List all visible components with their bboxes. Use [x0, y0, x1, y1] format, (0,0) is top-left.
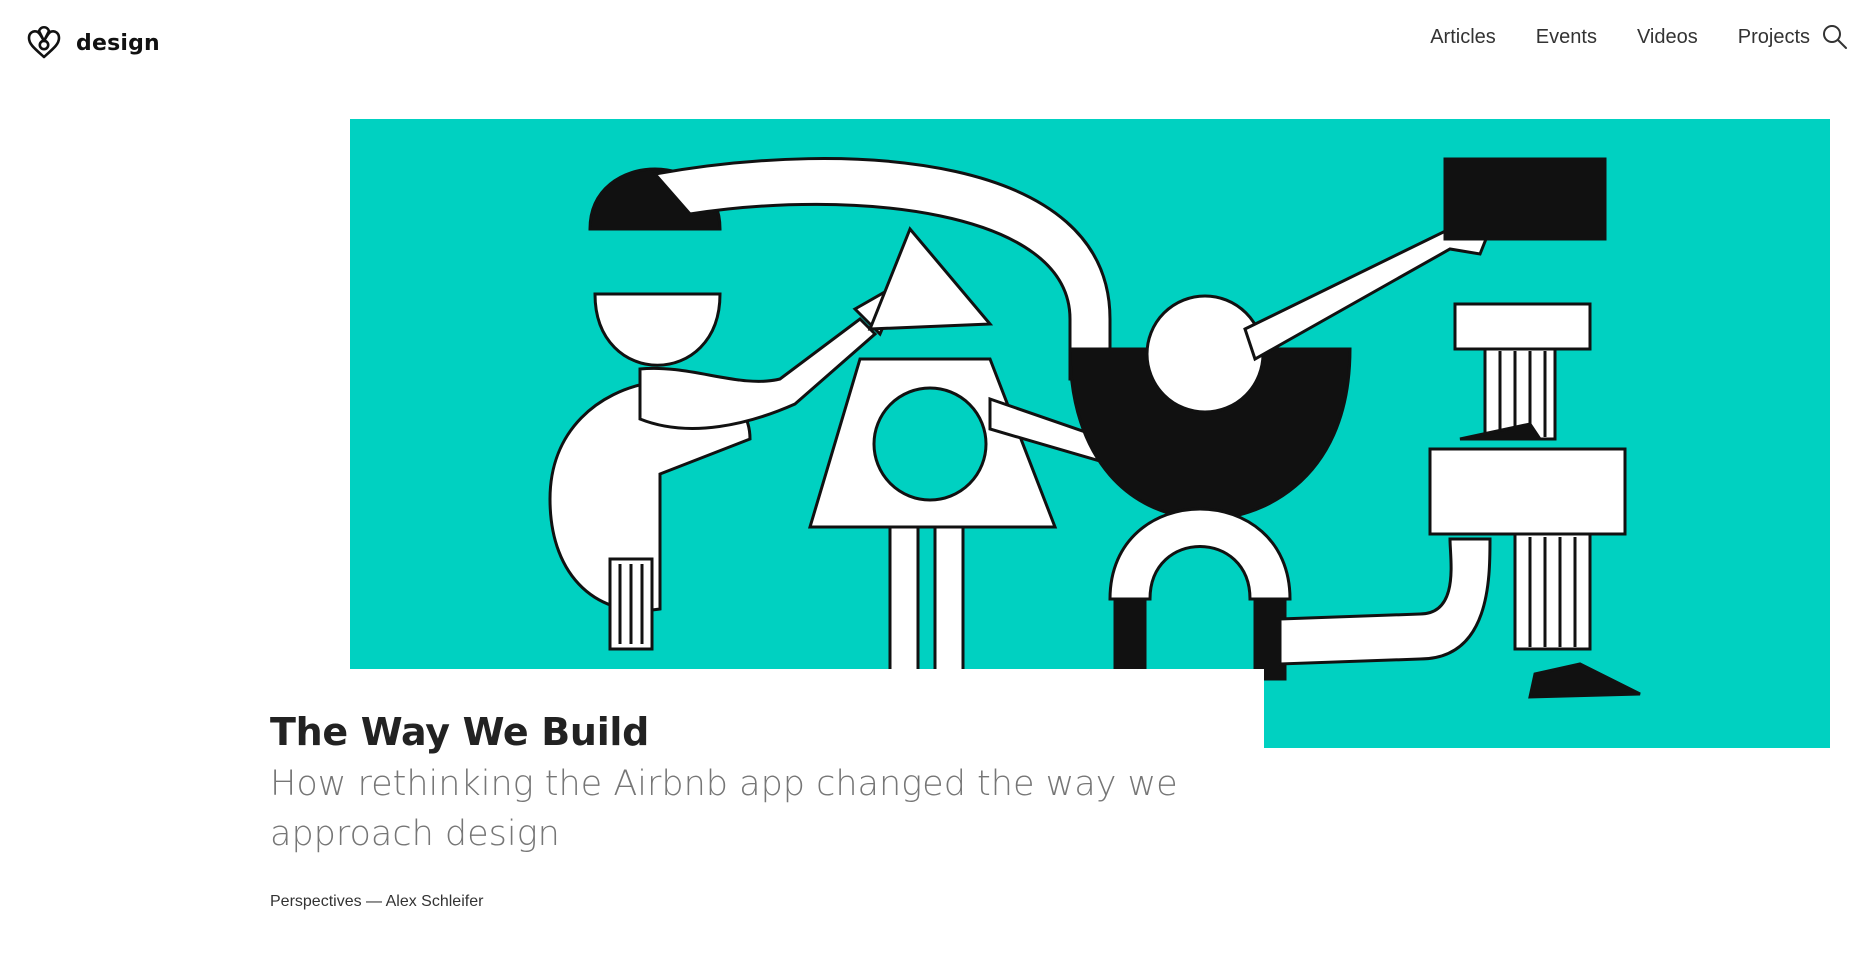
- logo-text: design: [76, 31, 160, 56]
- article-byline: Perspectives — Alex Schleifer: [270, 893, 483, 911]
- figure-bowl: [1068, 217, 1492, 681]
- nav-projects[interactable]: Projects: [1738, 26, 1810, 49]
- category-link[interactable]: Perspectives: [270, 893, 362, 910]
- nav-videos[interactable]: Videos: [1637, 26, 1698, 49]
- article-subtitle: How rethinking the Airbnb app changed th…: [270, 764, 1178, 854]
- site-logo[interactable]: design: [26, 22, 160, 65]
- author-link[interactable]: Alex Schleifer: [386, 893, 484, 910]
- nav-events[interactable]: Events: [1536, 26, 1597, 49]
- figure-left: [548, 157, 1112, 651]
- article-card: The Way We Build How rethinking the Airb…: [240, 669, 1264, 971]
- airbnb-belo-icon: [26, 22, 62, 65]
- nav-articles[interactable]: Articles: [1430, 26, 1496, 49]
- top-navigation-bar: design Articles Events Videos Projects: [0, 0, 1872, 82]
- byline-separator: —: [361, 893, 386, 910]
- search-icon[interactable]: [1820, 22, 1850, 52]
- hero-illustration[interactable]: [350, 119, 1830, 748]
- article-title[interactable]: The Way We Build: [270, 710, 649, 754]
- main-nav: Articles Events Videos Projects: [1390, 26, 1810, 49]
